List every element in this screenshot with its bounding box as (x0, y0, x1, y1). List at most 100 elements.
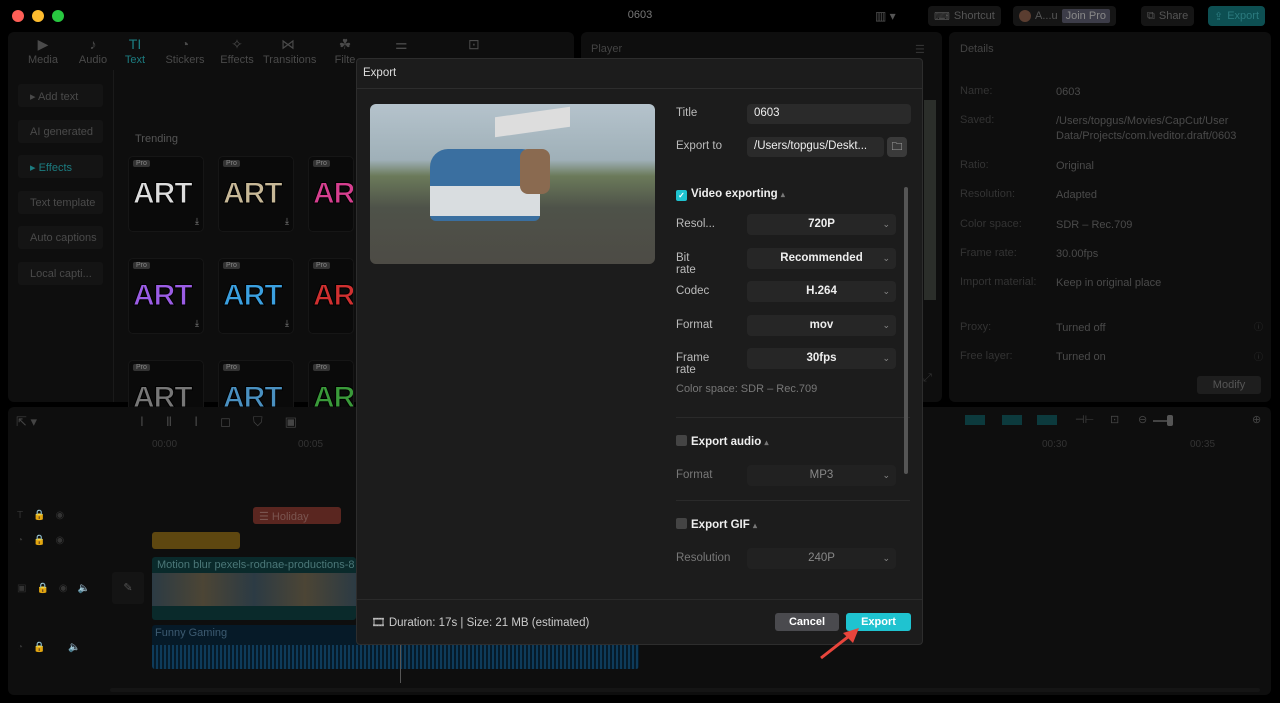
tab-media[interactable]: ▶ Media (18, 36, 68, 66)
setting-label: Resol... (676, 218, 715, 230)
tab-label: Stickers (165, 54, 205, 66)
art-preview: ART (313, 177, 354, 211)
help-icon[interactable]: ⓘ (1254, 350, 1263, 363)
zoom-out-icon[interactable]: ⊖ (1138, 413, 1147, 426)
effect-clip[interactable] (152, 532, 240, 549)
export-to-label: Export to (676, 140, 723, 152)
art-preview: ART (133, 177, 194, 211)
tab-label: Transitions (263, 54, 317, 66)
detail-value: Turned on (1056, 351, 1106, 363)
text-clip[interactable]: ☰ Holiday (253, 507, 341, 524)
audio-waveform (152, 645, 639, 669)
tick-label: 00:00 (152, 439, 178, 450)
title-input[interactable]: 0603 (747, 104, 911, 124)
folder-icon[interactable]: 🗀 (887, 137, 907, 157)
collapse-icon[interactable]: ▴ (781, 190, 785, 199)
video-exporting-label: Video exporting (691, 188, 778, 200)
zoom-fit-icon[interactable]: ⊡ (1110, 413, 1119, 426)
share-button[interactable]: ⧉ Share (1141, 6, 1195, 26)
join-pro-button[interactable]: Join Pro (1061, 9, 1110, 23)
username: A...u (1035, 10, 1058, 22)
select-tool-icon[interactable]: ⇱ ▾ (16, 414, 37, 430)
text-clip-label: Holiday (271, 511, 309, 523)
help-icon[interactable]: ⓘ (1254, 320, 1263, 333)
adjust-icon[interactable]: ⚌ (395, 36, 408, 53)
setting-select[interactable]: mov ⌄ (747, 314, 896, 336)
video-clip[interactable]: Motion blur pexels-rodnae-productions-8 (152, 557, 356, 620)
sidebar-item[interactable]: ▸ Add text (18, 84, 103, 107)
sidebar-item[interactable]: Local capti... (18, 261, 103, 285)
split-icon[interactable]: ⊣⊢ (1075, 413, 1094, 426)
text-effect-card[interactable]: Pro ART ⤓ (128, 156, 204, 232)
gif-resolution-label: Resolution (676, 552, 731, 564)
link-icon[interactable] (1002, 415, 1022, 425)
sidebar-item[interactable]: Auto captions (18, 226, 103, 249)
settings-scrollbar[interactable] (904, 187, 908, 474)
export-top-button[interactable]: ⇪ Export (1208, 6, 1266, 26)
art-preview: ART (313, 279, 354, 313)
split-tools[interactable]: ⅠⅡⅠ◻⛉▣ (140, 414, 319, 430)
pro-badge: Pro (313, 160, 330, 167)
snap-icon[interactable] (965, 415, 985, 425)
timeline-scrollbar[interactable] (110, 688, 1260, 692)
checkbox-icon[interactable] (676, 435, 687, 446)
tab-stickers[interactable]: ◔ Stickers (160, 36, 210, 66)
text-track-controls[interactable]: T🔒◉ (17, 510, 74, 521)
download-icon[interactable]: ⤓ (285, 216, 289, 227)
export-gif-toggle[interactable]: Export GIF ▴ (676, 518, 757, 531)
video-exporting-toggle[interactable]: ✓ Video exporting ▴ (676, 188, 785, 201)
audio-track-controls[interactable]: ◔🔒 🔈 (17, 642, 91, 653)
setting-select[interactable]: H.264 ⌄ (747, 281, 896, 303)
checkbox-icon[interactable] (676, 518, 687, 529)
effect-track-controls[interactable]: ◔🔒◉ (17, 535, 74, 546)
tab-icon: ⋈ (281, 36, 295, 52)
gif-resolution-select[interactable]: 240P ⌄ (747, 548, 896, 569)
tab-effects[interactable]: ✧ Effects (212, 36, 262, 66)
zoom-in-icon[interactable]: ⊕ (1252, 413, 1261, 426)
collapse-icon[interactable]: ▴ (753, 521, 757, 530)
edit-cover-button[interactable]: ✎ (112, 572, 144, 604)
sidebar-item[interactable]: AI generated (18, 119, 103, 143)
text-effect-card[interactable]: Pro ART (308, 156, 354, 232)
sidebar-item[interactable]: ▸ Effects (18, 155, 103, 178)
video-track-controls[interactable]: ▣🔒◉🔈 (17, 583, 100, 594)
layout-icon[interactable]: ▥ ▾ (875, 9, 896, 23)
template-icon[interactable]: ⊡ (468, 36, 480, 53)
setting-select[interactable]: Recommended ⌄ (747, 247, 896, 269)
text-effect-card[interactable]: Pro ART ⤓ (218, 156, 294, 232)
audio-format-label: Format (676, 469, 713, 481)
export-audio-label: Export audio (691, 436, 762, 448)
export-audio-toggle[interactable]: Export audio ▴ (676, 435, 769, 448)
tab-transitions[interactable]: ⋈ Transitions (263, 36, 317, 66)
checkbox-checked-icon[interactable]: ✓ (676, 190, 687, 201)
download-icon[interactable]: ⤓ (195, 216, 199, 227)
menu-icon[interactable]: ☰ (915, 43, 925, 56)
download-icon[interactable]: ⤓ (195, 318, 199, 329)
title-label: Title (676, 107, 698, 119)
chevron-down-icon: ⌄ (882, 553, 890, 563)
preview-axis-icon[interactable] (1037, 415, 1057, 425)
fullscreen-icon[interactable]: ⤢ (923, 372, 932, 385)
modify-button[interactable]: Modify (1197, 376, 1261, 394)
zoom-slider-handle[interactable] (1167, 415, 1173, 426)
audio-format-select[interactable]: MP3 ⌄ (747, 465, 896, 486)
detail-value: Turned off (1056, 322, 1106, 334)
shortcut-button[interactable]: ⌨ Shortcut (928, 6, 1001, 26)
duration-size-text: Duration: 17s | Size: 21 MB (estimated) (388, 617, 590, 629)
tab-label: Filte (334, 54, 356, 66)
setting-select[interactable]: 30fps ⌄ (747, 348, 896, 370)
text-effect-card[interactable]: Pro ART ⤓ (128, 258, 204, 334)
setting-select[interactable]: 720P ⌄ (747, 214, 896, 235)
export-path-input[interactable]: /Users/topgus/Deskt... (747, 137, 884, 157)
tab-text[interactable]: TI Text (110, 36, 160, 66)
export-summary: 🎞 Duration: 17s | Size: 21 MB (estimated… (371, 615, 589, 629)
collapse-icon[interactable]: ▴ (764, 438, 768, 447)
playhead[interactable] (400, 645, 401, 683)
text-effect-card[interactable]: Pro ART ⤓ (218, 258, 294, 334)
download-icon[interactable]: ⤓ (285, 318, 289, 329)
video-thumbnails (152, 573, 356, 606)
sidebar-item[interactable]: Text template (18, 190, 103, 214)
text-effect-card[interactable]: Pro ART (308, 258, 354, 334)
chevron-down-icon: ⌄ (882, 219, 890, 229)
account-button[interactable]: A...u Join Pro (1013, 6, 1116, 26)
